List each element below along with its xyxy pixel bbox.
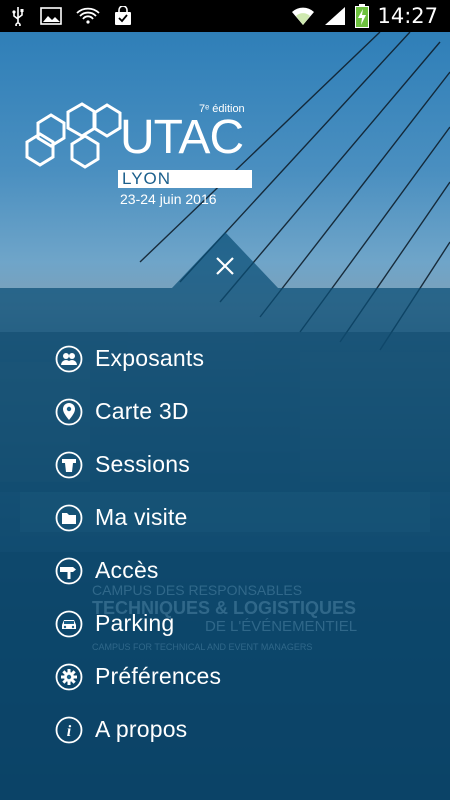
menu-item-a-propos[interactable]: i A propos — [0, 703, 450, 756]
menu-item-label: Préférences — [95, 663, 222, 689]
close-icon[interactable] — [210, 251, 240, 281]
menu-item-exposants[interactable]: Exposants — [0, 332, 450, 385]
menu-item-label: Carte 3D — [95, 398, 189, 424]
menu-item-acces[interactable]: Accès — [0, 544, 450, 597]
signpost-icon — [55, 557, 83, 584]
menu-item-label: A propos — [95, 716, 188, 742]
svg-text:i: i — [67, 723, 72, 740]
clock: 14:27 — [377, 4, 438, 28]
status-bar: 14:27 — [0, 0, 450, 32]
folder-icon — [55, 504, 83, 531]
image-icon — [40, 7, 62, 25]
menu-item-preferences[interactable]: Préférences — [0, 650, 450, 703]
battery-charging-icon — [355, 4, 370, 28]
menu-item-parking[interactable]: Parking — [0, 597, 450, 650]
car-icon — [55, 610, 83, 637]
utac-logo: 7ᵉ édition UTAC LYON 23-24 juin 2016 — [24, 100, 264, 210]
logo-name: UTAC — [120, 111, 244, 164]
menu-item-label: Sessions — [95, 451, 190, 477]
menu-item-label: Exposants — [95, 345, 205, 371]
signal-icon — [325, 7, 346, 25]
menu-item-ma-visite[interactable]: Ma visite — [0, 491, 450, 544]
menu-item-label: Ma visite — [95, 504, 188, 530]
wifi-question-icon — [76, 7, 100, 24]
logo-city: LYON — [122, 169, 172, 188]
wifi-icon — [292, 7, 315, 25]
map-pin-icon — [55, 398, 83, 425]
menu-item-carte-3d[interactable]: Carte 3D — [0, 385, 450, 438]
event-dates: 23-24 juin 2016 — [120, 191, 217, 207]
menu-item-sessions[interactable]: Sessions — [0, 438, 450, 491]
info-icon: i — [55, 716, 83, 743]
menu-item-label: Parking — [95, 610, 175, 636]
shopping-bag-icon — [115, 6, 131, 25]
podium-icon — [55, 451, 83, 478]
gear-icon — [55, 663, 83, 690]
people-icon — [55, 345, 83, 372]
usb-icon — [12, 7, 24, 26]
menu-item-label: Accès — [95, 557, 159, 583]
